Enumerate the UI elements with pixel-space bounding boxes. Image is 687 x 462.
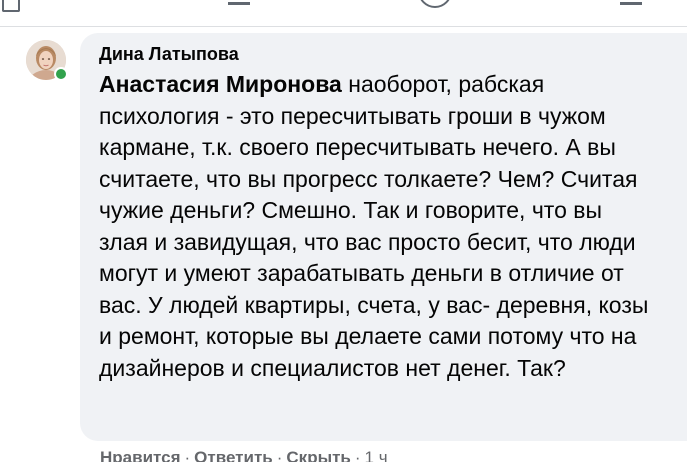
comment-text: Анастасия Миронова наоборот, рабская пси… [99,69,655,384]
toolbar-icon-2[interactable] [228,2,250,5]
comment-author[interactable]: Дина Латыпова [99,43,667,65]
toolbar-icon-4[interactable] [620,2,642,5]
comment-timestamp[interactable]: 1 ч [365,448,388,462]
like-button[interactable]: Нравится [100,448,181,462]
toolbar-clipped [0,0,687,27]
comment-view: Дина Латыпова Анастасия Миронова наоборо… [0,0,687,462]
toolbar-icon-3[interactable] [418,0,452,8]
comment-bubble: Дина Латыпова Анастасия Миронова наоборо… [80,33,687,441]
toolbar-icon-1[interactable] [2,0,20,12]
separator: · [184,448,191,462]
separator: · [276,448,283,462]
online-status-icon [54,67,68,81]
separator: · [354,448,361,462]
comment-body: наоборот, рабская психология - это перес… [99,71,649,381]
reply-button[interactable]: Ответить [194,448,273,462]
comment-actions: Нравится · Ответить · Скрыть · 1 ч [100,447,388,462]
mention-link[interactable]: Анастасия Миронова [99,71,342,97]
hide-button[interactable]: Скрыть [286,448,350,462]
